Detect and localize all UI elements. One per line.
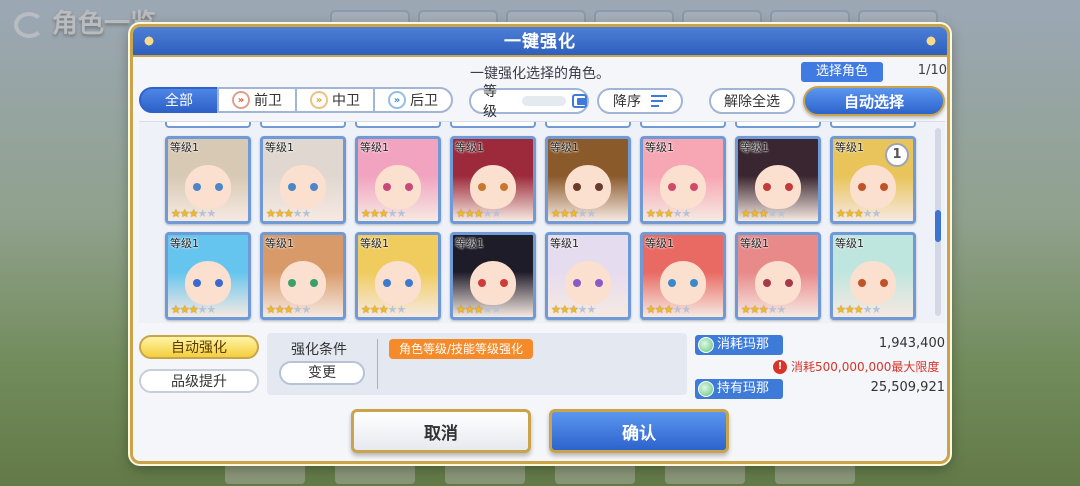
mana-cost-row: 消耗玛那 1,943,400 (695, 335, 945, 355)
filter-tab-3[interactable]: » 后卫 (373, 87, 453, 113)
vanguard-chevron-icon: » (232, 91, 250, 109)
star-rating: ★★★★★ (266, 207, 311, 220)
dialog-title: 一键强化 (133, 27, 947, 57)
midguard-chevron-icon: » (310, 91, 328, 109)
character-card[interactable]: 等级1 ★★★★★ (355, 136, 441, 224)
sort-order-label: 降序 (613, 94, 641, 110)
star-rating: ★★★★★ (361, 207, 406, 220)
star-rating: ★★★★★ (646, 303, 691, 316)
character-card[interactable]: 等级1 ★★★★★ (355, 232, 441, 320)
cancel-button[interactable]: 取消 (351, 409, 531, 453)
rearguard-chevron-icon: » (388, 91, 406, 109)
mana-warning-text: 消耗500,000,000最大限度 (791, 360, 940, 374)
character-card[interactable]: 等级1 ★★★★★ (450, 232, 536, 320)
star-rating: ★★★★★ (361, 303, 406, 316)
sort-order-button[interactable]: 降序 (597, 88, 683, 114)
character-card[interactable]: 等级1 ★★★★★ (165, 136, 251, 224)
character-card[interactable]: 等级1 ★★★★★ (260, 136, 346, 224)
character-level: 等级1 (170, 237, 199, 250)
star-rating: ★★★★★ (456, 207, 501, 220)
character-level: 等级1 (550, 237, 579, 250)
change-condition-button[interactable]: 变更 (279, 361, 365, 385)
filter-tab-label: 后卫 (410, 93, 438, 109)
warning-icon: ! (773, 359, 787, 374)
character-card[interactable]: 等级1 ★★★★★ (545, 136, 631, 224)
mana-owned-value: 25,509,921 (870, 380, 945, 395)
character-level: 等级1 (360, 237, 389, 250)
star-rating: ★★★★★ (266, 303, 311, 316)
clear-all-button[interactable]: 解除全选 (709, 88, 795, 114)
condition-chip: 角色等级/技能等级强化 (389, 339, 534, 359)
character-card[interactable]: 等级1 ★★★★★ (735, 232, 821, 320)
mana-cost-label: 消耗玛那 (717, 337, 770, 352)
filter-tab-label: 中卫 (332, 93, 360, 109)
rank-up-tab[interactable]: 品级提升 (139, 369, 259, 393)
character-level: 等级1 (550, 141, 579, 154)
mana-coin-icon (698, 381, 714, 397)
character-level: 等级1 (455, 141, 484, 154)
character-card[interactable]: 等级1 ★★★★★ (260, 232, 346, 320)
auto-select-button[interactable]: 自动选择 (803, 86, 945, 116)
sort-descending-icon (651, 95, 667, 107)
mana-cost-value: 1,943,400 (878, 336, 945, 351)
star-rating: ★★★★★ (741, 303, 786, 316)
star-rating: ★★★★★ (456, 303, 501, 316)
star-rating: ★★★★★ (836, 303, 881, 316)
star-rating: ★★★★★ (646, 207, 691, 220)
character-card[interactable]: 等级1 ★★★★★ (165, 232, 251, 320)
character-level: 等级1 (835, 141, 864, 154)
scrollbar-thumb[interactable] (935, 210, 941, 242)
star-rating: ★★★★★ (551, 207, 596, 220)
character-level: 等级1 (645, 237, 674, 250)
character-level: 等级1 (740, 141, 769, 154)
star-rating: ★★★★★ (171, 207, 216, 220)
character-list[interactable]: 等级1 ★★★★★ 等级1 ★★★★★ 等级1 ★★★★★ 等级1 ★★★★★ 等级1 ★★★★★… (139, 121, 945, 323)
filter-tab-label: 全部 (165, 93, 193, 109)
star-rating: ★★★★★ (171, 303, 216, 316)
selection-order-badge: 1 (885, 143, 909, 167)
filter-tab-1[interactable]: » 前卫 (217, 87, 297, 113)
star-rating: ★★★★★ (551, 303, 596, 316)
condition-panel: 强化条件 变更 角色等级/技能等级强化 (267, 333, 687, 395)
auto-enhance-tab[interactable]: 自动强化 (139, 335, 259, 359)
mana-owned-label: 持有玛那 (717, 381, 770, 396)
character-level: 等级1 (170, 141, 199, 154)
list-scrollbar[interactable] (935, 128, 941, 316)
select-count: 1/10 (917, 63, 947, 78)
character-card[interactable]: 等级1 ★★★★★ (735, 136, 821, 224)
character-level: 等级1 (645, 141, 674, 154)
one-click-enhance-dialog: 一键强化 一键强化选择的角色。 选择角色 1/10 全部» 前卫» 中卫» 后卫 等级… (130, 24, 950, 464)
character-level: 等级1 (265, 141, 294, 154)
previous-row-edge (165, 122, 916, 128)
character-level: 等级1 (265, 237, 294, 250)
sort-level-button[interactable]: 等级 (469, 84, 589, 120)
character-card[interactable]: 等级1 ★★★★★ (450, 136, 536, 224)
filter-tab-2[interactable]: » 中卫 (295, 87, 375, 113)
filter-tab-label: 前卫 (254, 93, 282, 109)
character-grid: 等级1 ★★★★★ 等级1 ★★★★★ 等级1 ★★★★★ 等级1 ★★★★★ 等级1 ★★★★★… (165, 136, 916, 320)
mana-owned-row: 持有玛那 25,509,921 (695, 379, 945, 399)
condition-label: 强化条件 (291, 342, 347, 358)
character-card[interactable]: 等级1 ★★★★★ (830, 232, 916, 320)
select-character-label: 选择角色 (801, 62, 883, 82)
sort-toggle-icon (572, 94, 587, 108)
character-card[interactable]: 等级1 ★★★★★ (640, 232, 726, 320)
character-level: 等级1 (360, 141, 389, 154)
confirm-button[interactable]: 确认 (549, 409, 729, 453)
filter-tab-0[interactable]: 全部 (139, 87, 219, 113)
star-rating: ★★★★★ (836, 207, 881, 220)
character-card[interactable]: 等级1 ★★★★★ 1 (830, 136, 916, 224)
character-level: 等级1 (455, 237, 484, 250)
star-rating: ★★★★★ (741, 207, 786, 220)
character-card[interactable]: 等级1 ★★★★★ (545, 232, 631, 320)
mana-coin-icon (698, 337, 714, 353)
character-level: 等级1 (740, 237, 769, 250)
character-card[interactable]: 等级1 ★★★★★ (640, 136, 726, 224)
mana-warning-row: ! 消耗500,000,000最大限度 (695, 357, 945, 377)
character-level: 等级1 (835, 237, 864, 250)
sort-level-label: 等级 (483, 84, 497, 120)
position-filter-bar: 全部» 前卫» 中卫» 后卫 (139, 87, 453, 115)
